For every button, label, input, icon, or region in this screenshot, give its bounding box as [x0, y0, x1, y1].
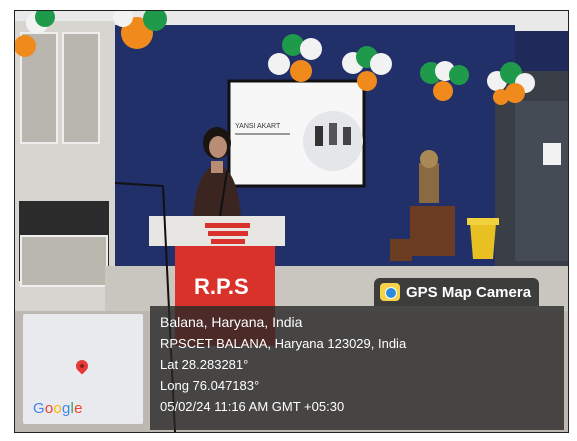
location-info-panel: Balana, Haryana, India RPSCET BALANA, Ha… [150, 306, 564, 430]
slide-title-text: YANSI AKART [235, 123, 281, 130]
google-logo: Google [33, 400, 83, 417]
datetime-line: 05/02/24 11:16 AM GMT +05:30 [160, 399, 345, 414]
camera-icon [380, 283, 400, 301]
map-thumbnail: Google [23, 314, 143, 424]
longitude-line: Long 76.047183° [160, 378, 260, 393]
app-label: GPS Map Camera [406, 283, 532, 301]
address-line: RPSCET BALANA, Haryana 123029, India [160, 336, 407, 351]
gps-camera-tag: GPS Map Camera [374, 278, 540, 306]
map-pin-icon [73, 357, 91, 375]
location-line: Balana, Haryana, India [160, 314, 303, 330]
latitude-line: Lat 28.283281° [160, 357, 249, 372]
podium-text: R.P.S [194, 274, 249, 299]
